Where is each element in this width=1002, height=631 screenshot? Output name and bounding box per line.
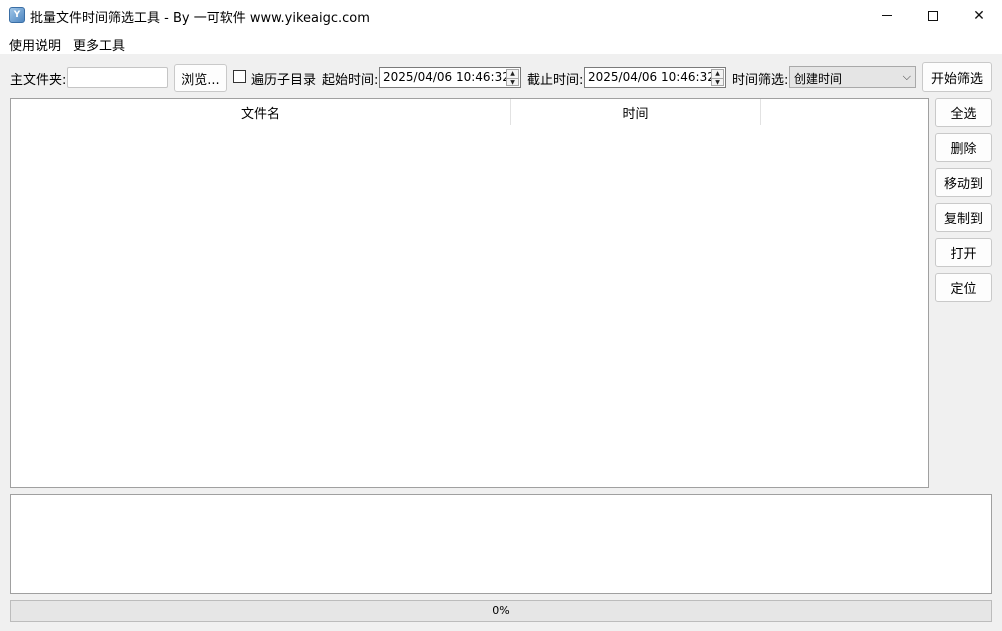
end-time-spinner[interactable]: ▲ ▼ [711, 69, 724, 86]
chevron-down-icon: ⌵ [902, 70, 911, 83]
column-header-time[interactable]: 时间 [511, 99, 761, 125]
minimize-button[interactable] [864, 0, 910, 31]
start-filter-button[interactable]: 开始筛选 [922, 62, 992, 92]
maximize-button[interactable] [910, 0, 956, 31]
close-icon: ✕ [973, 7, 985, 24]
menu-bar: 使用说明 更多工具 [0, 32, 1002, 54]
end-time-picker[interactable]: 2025/04/06 10:46:32 ▲ ▼ [584, 67, 726, 88]
progress-bar: 0% [10, 600, 992, 622]
start-time-spinner[interactable]: ▲ ▼ [506, 69, 519, 86]
menu-more-tools[interactable]: 更多工具 [73, 35, 125, 54]
browse-button[interactable]: 浏览... [174, 64, 227, 92]
filter-label: 时间筛选: [732, 73, 789, 88]
start-time-picker[interactable]: 2025/04/06 10:46:32 ▲ ▼ [379, 67, 521, 88]
window-title: 批量文件时间筛选工具 - By 一可软件 www.yikeaigc.com [30, 11, 370, 26]
end-time-value: 2025/04/06 10:46:32 [588, 70, 715, 84]
move-to-button[interactable]: 移动到 [935, 168, 992, 197]
maximize-icon [928, 10, 938, 21]
delete-button[interactable]: 删除 [935, 133, 992, 162]
time-filter-value: 创建时间 [794, 72, 843, 86]
spin-down-icon[interactable]: ▼ [712, 78, 723, 86]
spin-up-icon[interactable]: ▲ [712, 70, 723, 78]
menu-help[interactable]: 使用说明 [9, 35, 61, 54]
folder-label: 主文件夹: [10, 73, 67, 88]
open-button[interactable]: 打开 [935, 238, 992, 267]
recursive-label: 遍历子目录 [251, 73, 317, 88]
minimize-icon [882, 15, 892, 16]
end-time-label: 截止时间: [527, 73, 584, 88]
start-time-value: 2025/04/06 10:46:32 [383, 70, 510, 84]
folder-input[interactable] [67, 67, 168, 88]
time-filter-select[interactable]: 创建时间 ⌵ [789, 66, 916, 88]
close-button[interactable]: ✕ [956, 0, 1002, 31]
locate-button[interactable]: 定位 [935, 273, 992, 302]
log-textarea[interactable] [10, 494, 992, 594]
start-time-label: 起始时间: [322, 73, 379, 88]
title-bar: Y 批量文件时间筛选工具 - By 一可软件 www.yikeaigc.com … [0, 0, 1002, 32]
progress-label: 0% [492, 604, 510, 617]
spin-down-icon[interactable]: ▼ [507, 78, 518, 86]
spin-up-icon[interactable]: ▲ [507, 70, 518, 78]
copy-to-button[interactable]: 复制到 [935, 203, 992, 232]
app-logo-icon: Y [9, 7, 25, 23]
file-table[interactable]: 文件名 时间 [10, 98, 929, 488]
column-header-filename[interactable]: 文件名 [11, 99, 511, 125]
recursive-checkbox[interactable] [233, 70, 246, 83]
select-all-button[interactable]: 全选 [935, 98, 992, 127]
